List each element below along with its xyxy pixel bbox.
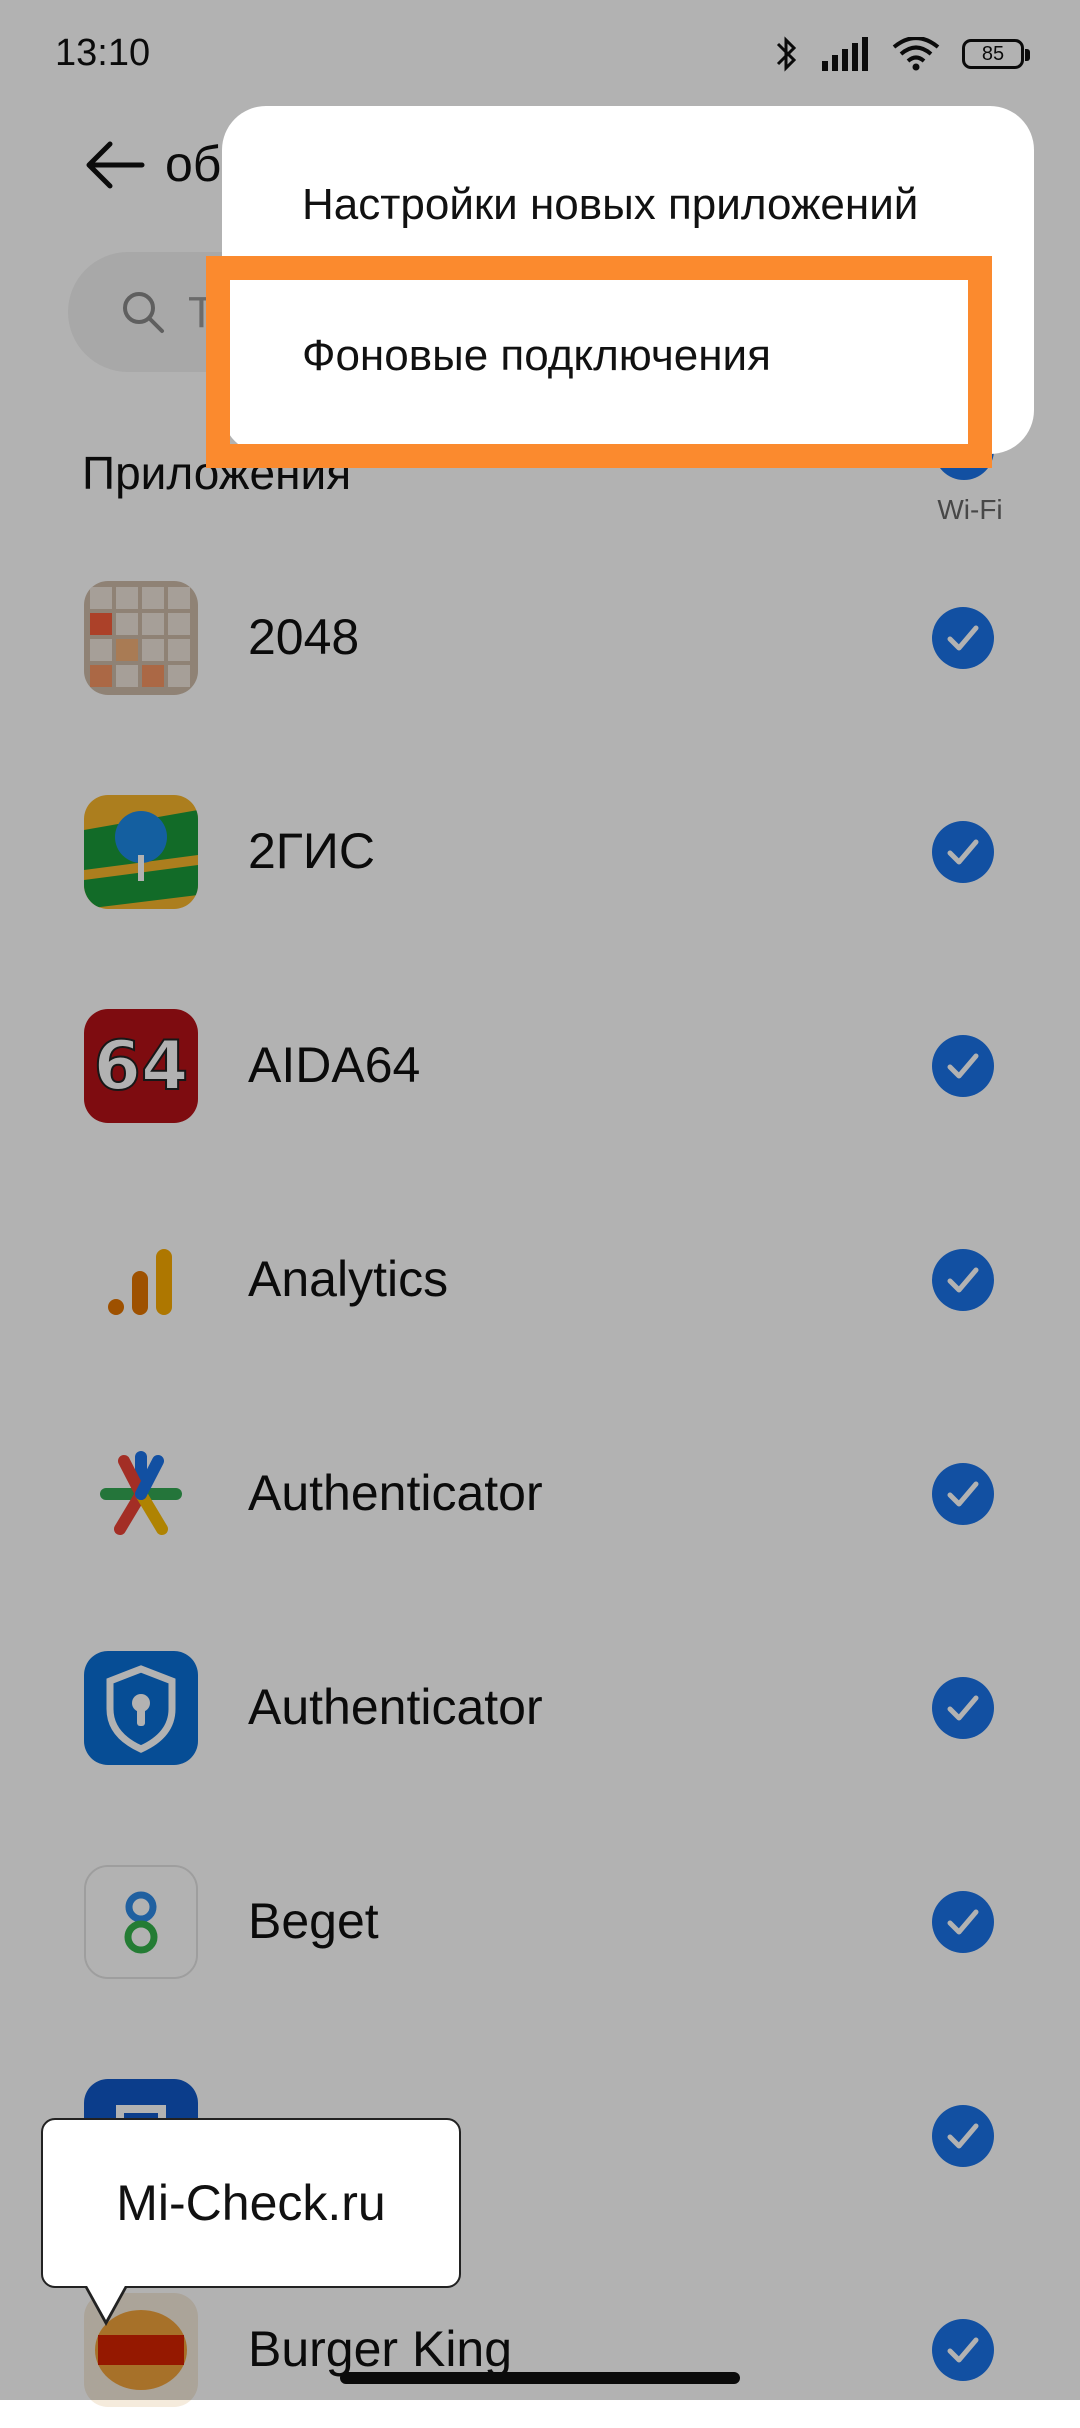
watermark-text: Mi-Check.ru: [116, 2175, 386, 2231]
watermark-callout: Mi-Check.ru: [41, 2118, 461, 2288]
watermark-tail-inner: [86, 2284, 126, 2320]
menu-item-new-app-settings[interactable]: Настройки новых приложений: [302, 180, 918, 230]
highlight-frame: [206, 256, 992, 468]
